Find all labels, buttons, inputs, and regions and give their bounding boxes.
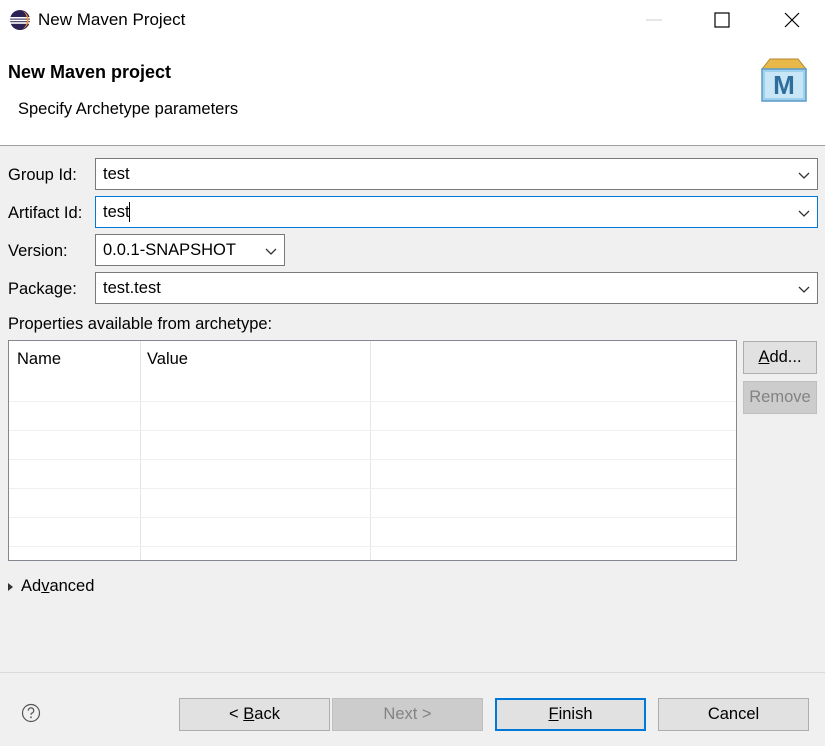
maximize-button[interactable]	[693, 0, 753, 40]
cancel-button-label: Cancel	[707, 705, 760, 723]
page-title: New Maven project	[8, 62, 172, 82]
title-bar: New Maven Project	[0, 0, 825, 40]
version-label: Version:	[8, 242, 68, 260]
column-divider[interactable]	[370, 341, 371, 560]
wizard-header: New Maven project Specify Archetype para…	[0, 40, 825, 146]
next-button[interactable]: Next >	[332, 698, 483, 731]
close-icon	[784, 12, 800, 28]
cancel-button[interactable]: Cancel	[658, 698, 809, 731]
back-button[interactable]: < Back	[179, 698, 330, 731]
version-value: 0.0.1-SNAPSHOT	[103, 241, 236, 259]
finish-button-label: Finish	[548, 705, 593, 723]
artifact-id-label: Artifact Id:	[8, 204, 83, 222]
svg-text:M: M	[773, 70, 795, 100]
window-title: New Maven Project	[38, 10, 186, 29]
package-combo[interactable]: test.test	[95, 272, 818, 304]
eclipse-icon	[10, 10, 30, 30]
table-row	[9, 459, 736, 460]
help-icon[interactable]	[21, 703, 41, 723]
group-id-combo[interactable]: test	[95, 158, 818, 190]
chevron-down-icon[interactable]	[264, 244, 278, 258]
properties-table[interactable]: Name Value	[8, 340, 737, 561]
next-button-label: Next >	[383, 705, 432, 723]
table-row	[9, 546, 736, 547]
chevron-down-icon[interactable]	[797, 168, 811, 182]
group-id-value: test	[103, 165, 130, 183]
footer-divider	[0, 672, 825, 673]
finish-button[interactable]: Finish	[495, 698, 646, 731]
text-caret	[129, 202, 130, 222]
chevron-down-icon[interactable]	[797, 282, 811, 296]
remove-button[interactable]: Remove	[743, 381, 817, 414]
add-button[interactable]: Add...	[743, 341, 817, 374]
maven-logo-icon: M	[760, 58, 808, 102]
add-button-label: Add...	[758, 348, 802, 366]
minimize-icon	[646, 19, 662, 21]
maximize-icon	[714, 12, 730, 28]
table-row	[9, 430, 736, 431]
package-label: Package:	[8, 280, 77, 298]
properties-label: Properties available from archetype:	[8, 315, 273, 333]
table-row	[9, 488, 736, 489]
artifact-id-value: test	[103, 203, 130, 221]
expand-arrow-icon[interactable]	[8, 582, 13, 591]
back-button-label: < Back	[229, 705, 280, 723]
page-subtitle: Specify Archetype parameters	[18, 100, 239, 118]
advanced-expander[interactable]: Advanced	[8, 577, 94, 596]
group-id-label: Group Id:	[8, 166, 77, 184]
version-select[interactable]: 0.0.1-SNAPSHOT	[95, 234, 285, 266]
chevron-down-icon[interactable]	[797, 206, 811, 220]
column-divider[interactable]	[140, 341, 141, 560]
column-header-name[interactable]: Name	[17, 350, 61, 369]
artifact-id-combo[interactable]: test	[95, 196, 818, 228]
table-row	[9, 517, 736, 518]
close-button[interactable]	[763, 0, 823, 40]
minimize-button[interactable]	[625, 0, 685, 40]
remove-button-label: Remove	[749, 388, 811, 406]
package-value: test.test	[103, 279, 161, 297]
table-row	[9, 401, 736, 402]
column-header-value[interactable]: Value	[147, 350, 188, 369]
